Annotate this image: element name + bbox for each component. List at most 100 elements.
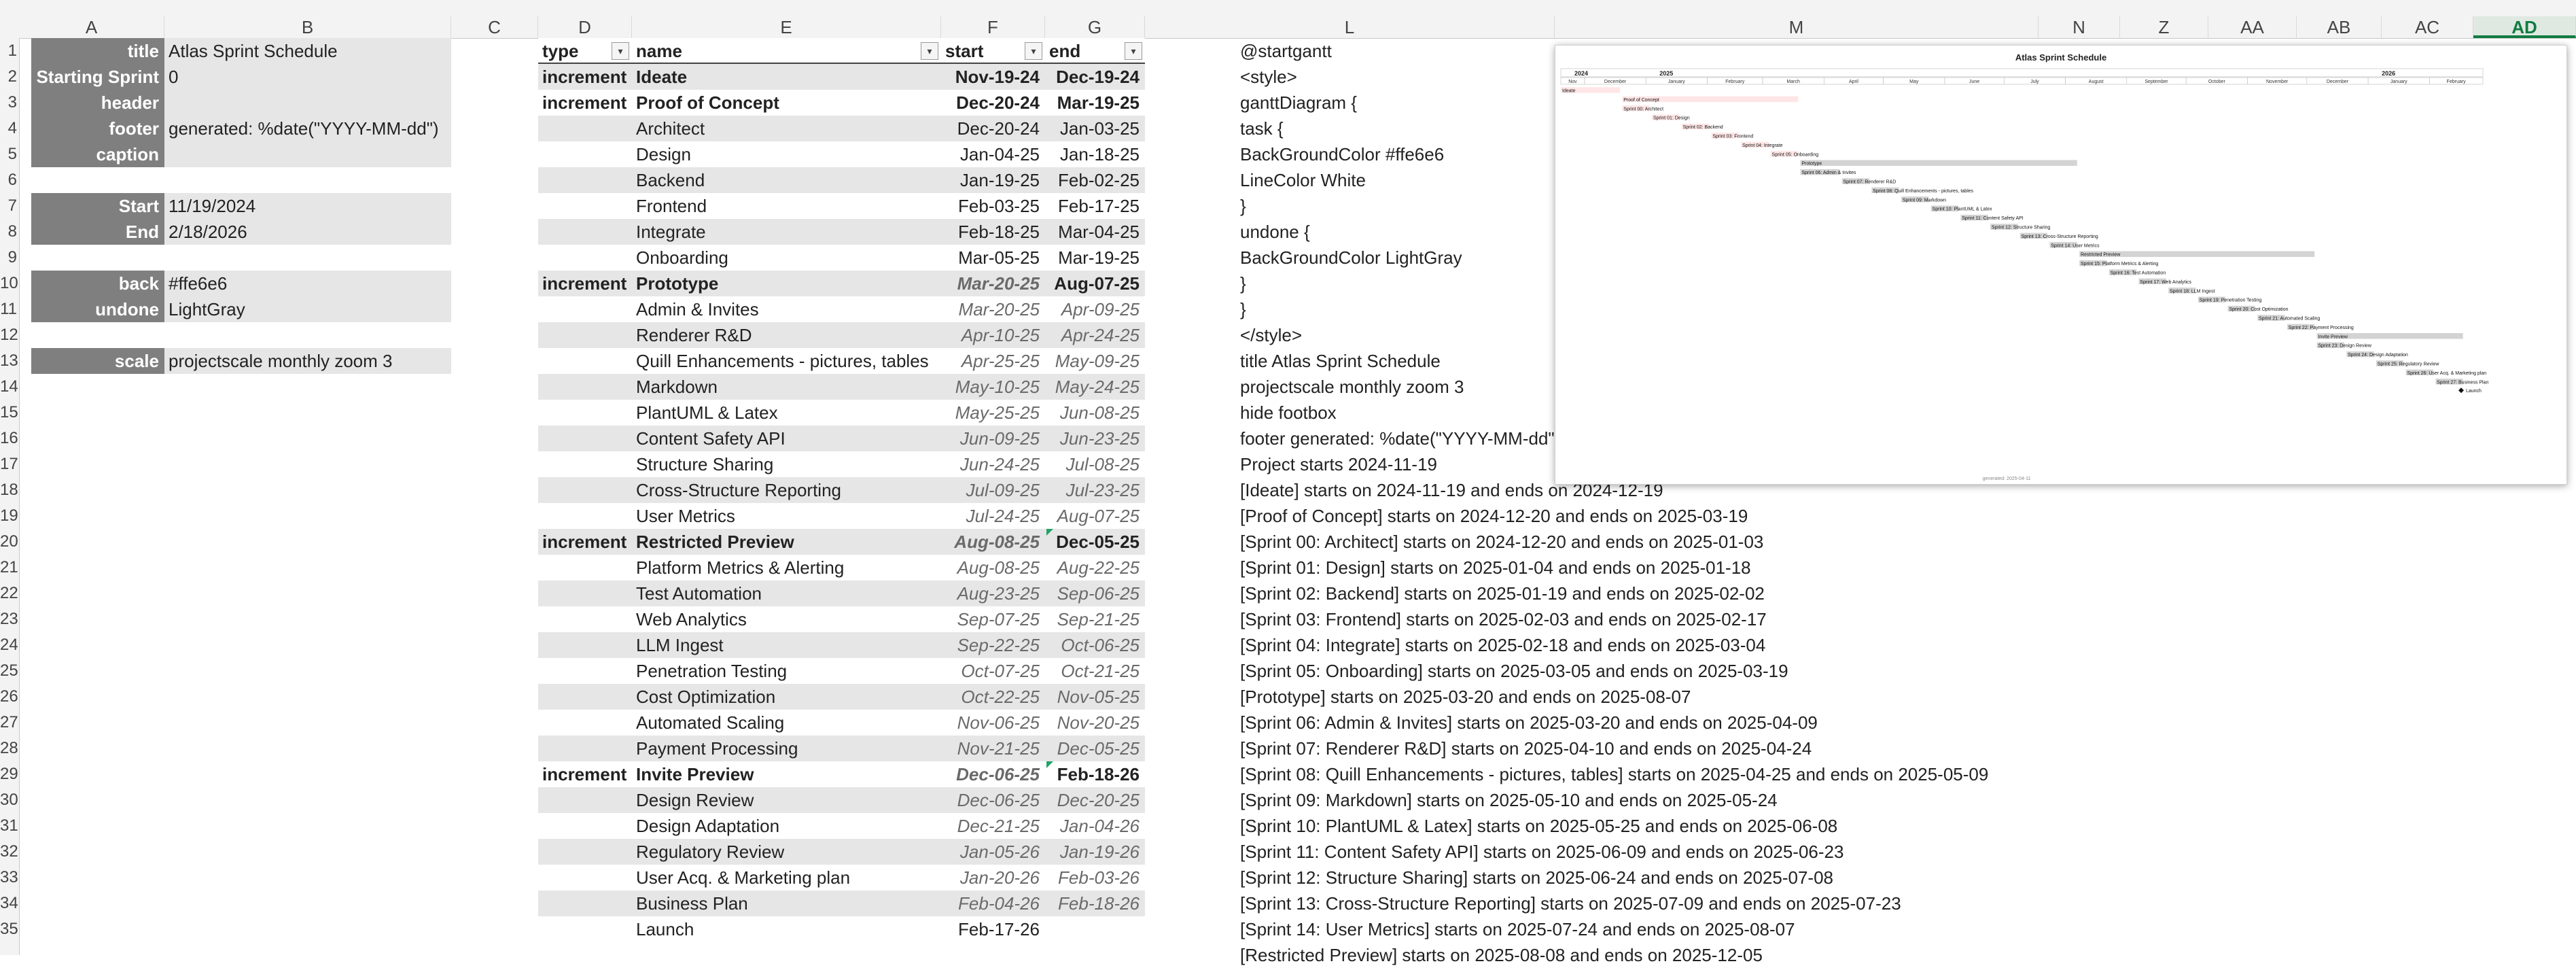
row-header[interactable]: 22	[0, 581, 19, 606]
table-cell-end[interactable]: Mar-19-25	[1045, 90, 1145, 116]
table-cell-type[interactable]	[538, 555, 632, 581]
table-cell-end[interactable]: Feb-18-26	[1045, 761, 1145, 787]
plantuml-line[interactable]: [Sprint 01: Design] starts on 2025-01-04…	[1240, 555, 1751, 581]
table-cell-end[interactable]: May-09-25	[1045, 348, 1145, 374]
plantuml-line[interactable]: @startgantt	[1240, 38, 1332, 64]
table-cell-start[interactable]: Jul-09-25	[941, 477, 1045, 503]
table-cell-name[interactable]: Launch	[632, 916, 941, 942]
table-cell-type[interactable]	[538, 400, 632, 426]
table-cell-name[interactable]: Backend	[632, 167, 941, 193]
plantuml-line[interactable]: hide footbox	[1240, 400, 1337, 426]
table-cell-start[interactable]: Dec-20-24	[941, 90, 1045, 116]
table-cell-type[interactable]: increment	[538, 761, 632, 787]
table-cell-type[interactable]	[538, 116, 632, 141]
column-header-n[interactable]: N	[2039, 16, 2120, 38]
plantuml-line[interactable]: [Sprint 08: Quill Enhancements - picture…	[1240, 761, 1988, 787]
table-cell-end[interactable]: Feb-18-26	[1045, 891, 1145, 916]
table-cell-type[interactable]	[538, 865, 632, 891]
table-cell-end[interactable]	[1045, 916, 1145, 942]
setting-value[interactable]: projectscale monthly zoom 3	[164, 348, 451, 374]
table-cell-start[interactable]: Aug-08-25	[941, 555, 1045, 581]
column-header-ac[interactable]: AC	[2382, 16, 2473, 38]
plantuml-line[interactable]: [Sprint 11: Content Safety API] starts o…	[1240, 839, 1843, 865]
table-cell-start[interactable]: Apr-25-25	[941, 348, 1045, 374]
table-cell-type[interactable]	[538, 710, 632, 736]
table-cell-end[interactable]: Jul-23-25	[1045, 477, 1145, 503]
row-header[interactable]: 28	[0, 736, 19, 761]
table-cell-end[interactable]: Jan-19-26	[1045, 839, 1145, 865]
setting-value[interactable]	[164, 90, 451, 116]
plantuml-line[interactable]: [Sprint 02: Backend] starts on 2025-01-1…	[1240, 581, 1765, 606]
table-cell-name[interactable]: Structure Sharing	[632, 451, 941, 477]
table-cell-name[interactable]: Platform Metrics & Alerting	[632, 555, 941, 581]
table-cell-type[interactable]	[538, 296, 632, 322]
table-cell-end[interactable]: Aug-22-25	[1045, 555, 1145, 581]
row-header[interactable]: 34	[0, 891, 19, 916]
plantuml-line[interactable]: <style>	[1240, 64, 1297, 90]
table-cell-name[interactable]: Restricted Preview	[632, 529, 941, 555]
row-header[interactable]: 14	[0, 374, 19, 400]
row-header[interactable]: 15	[0, 400, 19, 426]
plantuml-line[interactable]: }	[1240, 296, 1246, 322]
setting-value[interactable]: LightGray	[164, 296, 451, 322]
table-cell-start[interactable]: Mar-20-25	[941, 271, 1045, 296]
plantuml-line[interactable]: [Sprint 07: Renderer R&D] starts on 2025…	[1240, 736, 1812, 761]
table-cell-name[interactable]: Content Safety API	[632, 426, 941, 451]
gantt-chart-image[interactable]: Atlas Sprint Schedule 2024 2025 2026 Nov Dece…	[1555, 45, 2567, 485]
row-header[interactable]: 24	[0, 632, 19, 658]
table-cell-type[interactable]	[538, 451, 632, 477]
table-cell-start[interactable]: Oct-07-25	[941, 658, 1045, 684]
table-cell-start[interactable]: Aug-08-25	[941, 529, 1045, 555]
plantuml-line[interactable]: [Restricted Preview] starts on 2025-08-0…	[1240, 942, 1763, 968]
table-cell-start[interactable]: Aug-23-25	[941, 581, 1045, 606]
table-cell-type[interactable]	[538, 891, 632, 916]
column-header-ab[interactable]: AB	[2297, 16, 2382, 38]
plantuml-line[interactable]: }	[1240, 271, 1246, 296]
plantuml-line[interactable]: [Sprint 12: Structure Sharing] starts on…	[1240, 865, 1833, 891]
table-cell-name[interactable]: PlantUML & Latex	[632, 400, 941, 426]
table-cell-type[interactable]	[538, 322, 632, 348]
plantuml-line[interactable]: undone {	[1240, 219, 1310, 245]
column-header-f[interactable]: F	[941, 16, 1045, 38]
table-cell-start[interactable]: Dec-21-25	[941, 813, 1045, 839]
filter-dropdown-icon[interactable]: ▾	[921, 42, 938, 60]
column-header-c[interactable]: C	[451, 16, 538, 38]
table-cell-end[interactable]: Mar-19-25	[1045, 245, 1145, 271]
table-cell-end[interactable]: Feb-03-26	[1045, 865, 1145, 891]
table-cell-start[interactable]: Dec-20-24	[941, 116, 1045, 141]
plantuml-line[interactable]: [Sprint 06: Admin & Invites] starts on 2…	[1240, 710, 1818, 736]
row-header[interactable]: 7	[0, 193, 19, 219]
table-cell-type[interactable]	[538, 167, 632, 193]
table-cell-end[interactable]: May-24-25	[1045, 374, 1145, 400]
table-cell-end[interactable]: Dec-19-24	[1045, 64, 1145, 90]
table-cell-type[interactable]	[538, 606, 632, 632]
table-cell-type[interactable]	[538, 632, 632, 658]
table-cell-end[interactable]: Sep-06-25	[1045, 581, 1145, 606]
table-cell-end[interactable]: Feb-02-25	[1045, 167, 1145, 193]
plantuml-line[interactable]: LineColor White	[1240, 167, 1366, 193]
column-header-g[interactable]: G	[1045, 16, 1145, 38]
setting-value[interactable]: 0	[164, 64, 451, 90]
table-cell-start[interactable]: Feb-04-26	[941, 891, 1045, 916]
row-header[interactable]: 4	[0, 116, 19, 141]
row-header[interactable]: 12	[0, 322, 19, 348]
table-cell-type[interactable]	[538, 581, 632, 606]
row-header[interactable]: 27	[0, 710, 19, 736]
table-cell-name[interactable]: Markdown	[632, 374, 941, 400]
table-cell-name[interactable]: Ideate	[632, 64, 941, 90]
column-header-aa[interactable]: AA	[2208, 16, 2297, 38]
table-cell-type[interactable]	[538, 813, 632, 839]
table-cell-start[interactable]: Oct-22-25	[941, 684, 1045, 710]
table-cell-type[interactable]	[538, 684, 632, 710]
plantuml-line[interactable]: [Sprint 09: Markdown] starts on 2025-05-…	[1240, 787, 1778, 813]
plantuml-line[interactable]: }	[1240, 193, 1246, 219]
table-cell-end[interactable]: Feb-17-25	[1045, 193, 1145, 219]
table-cell-end[interactable]: Oct-06-25	[1045, 632, 1145, 658]
table-cell-start[interactable]: Jan-04-25	[941, 141, 1045, 167]
plantuml-line[interactable]: footer generated: %date("YYYY-MM-dd")	[1240, 426, 1560, 451]
row-header[interactable]: 2	[0, 64, 19, 90]
table-cell-end[interactable]: Oct-21-25	[1045, 658, 1145, 684]
column-header-l[interactable]: L	[1145, 16, 1555, 38]
plantuml-line[interactable]: title Atlas Sprint Schedule	[1240, 348, 1441, 374]
table-cell-start[interactable]: Jan-20-26	[941, 865, 1045, 891]
